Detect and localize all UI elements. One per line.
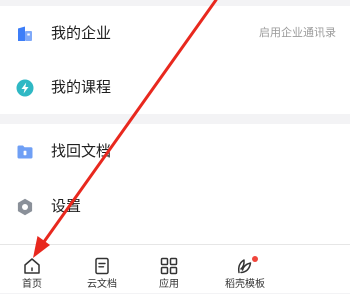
tab-label: 首页 bbox=[22, 279, 42, 290]
home-icon bbox=[22, 256, 42, 276]
menu-item-settings[interactable]: 设置 bbox=[0, 179, 350, 233]
menu-item-recover-documents[interactable]: 找回文档 bbox=[0, 124, 350, 178]
enable-enterprise-contacts-link[interactable]: 启用企业通讯录 bbox=[259, 26, 336, 40]
menu-item-my-enterprise[interactable]: 我的企业 启用企业通讯录 bbox=[0, 6, 350, 60]
tab-home[interactable]: 首页 bbox=[2, 245, 62, 294]
tab-docer-templates[interactable]: 稻壳模板 bbox=[215, 245, 275, 294]
menu-item-label: 设置 bbox=[51, 197, 82, 215]
menu-item-label: 我的企业 bbox=[51, 24, 112, 42]
recover-doc-icon bbox=[15, 142, 35, 162]
menu-item-label: 我的课程 bbox=[51, 78, 112, 96]
tab-label: 稻壳模板 bbox=[225, 279, 265, 290]
tab-apps[interactable]: 应用 bbox=[139, 245, 199, 294]
tab-label: 应用 bbox=[159, 279, 179, 290]
course-icon bbox=[15, 78, 35, 98]
apps-grid-icon bbox=[159, 256, 179, 276]
enterprise-icon bbox=[15, 24, 35, 44]
settings-icon bbox=[15, 197, 35, 217]
document-icon bbox=[92, 256, 112, 276]
notification-badge bbox=[252, 256, 258, 262]
tab-cloud-documents[interactable]: 云文档 bbox=[72, 245, 132, 294]
bottom-tab-bar: 首页 云文档 应用 稻壳模板 bbox=[0, 244, 350, 293]
menu-item-my-courses[interactable]: 我的课程 bbox=[0, 60, 350, 114]
tab-label: 云文档 bbox=[87, 279, 117, 290]
menu-item-label: 找回文档 bbox=[51, 142, 112, 160]
